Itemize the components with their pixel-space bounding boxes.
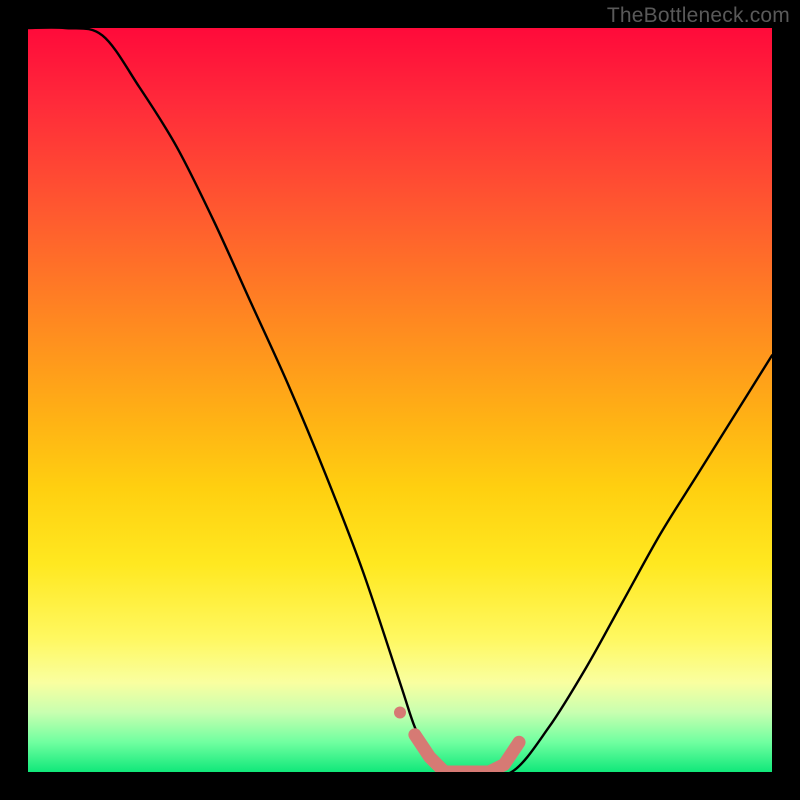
watermark-text: TheBottleneck.com [607, 4, 790, 28]
highlight-marker-dot [394, 706, 406, 718]
highlight-marker-segment [415, 735, 519, 772]
chart-frame: TheBottleneck.com [0, 0, 800, 800]
bottleneck-curve-svg [28, 28, 772, 772]
plot-area [28, 28, 772, 772]
bottleneck-curve [28, 28, 772, 772]
